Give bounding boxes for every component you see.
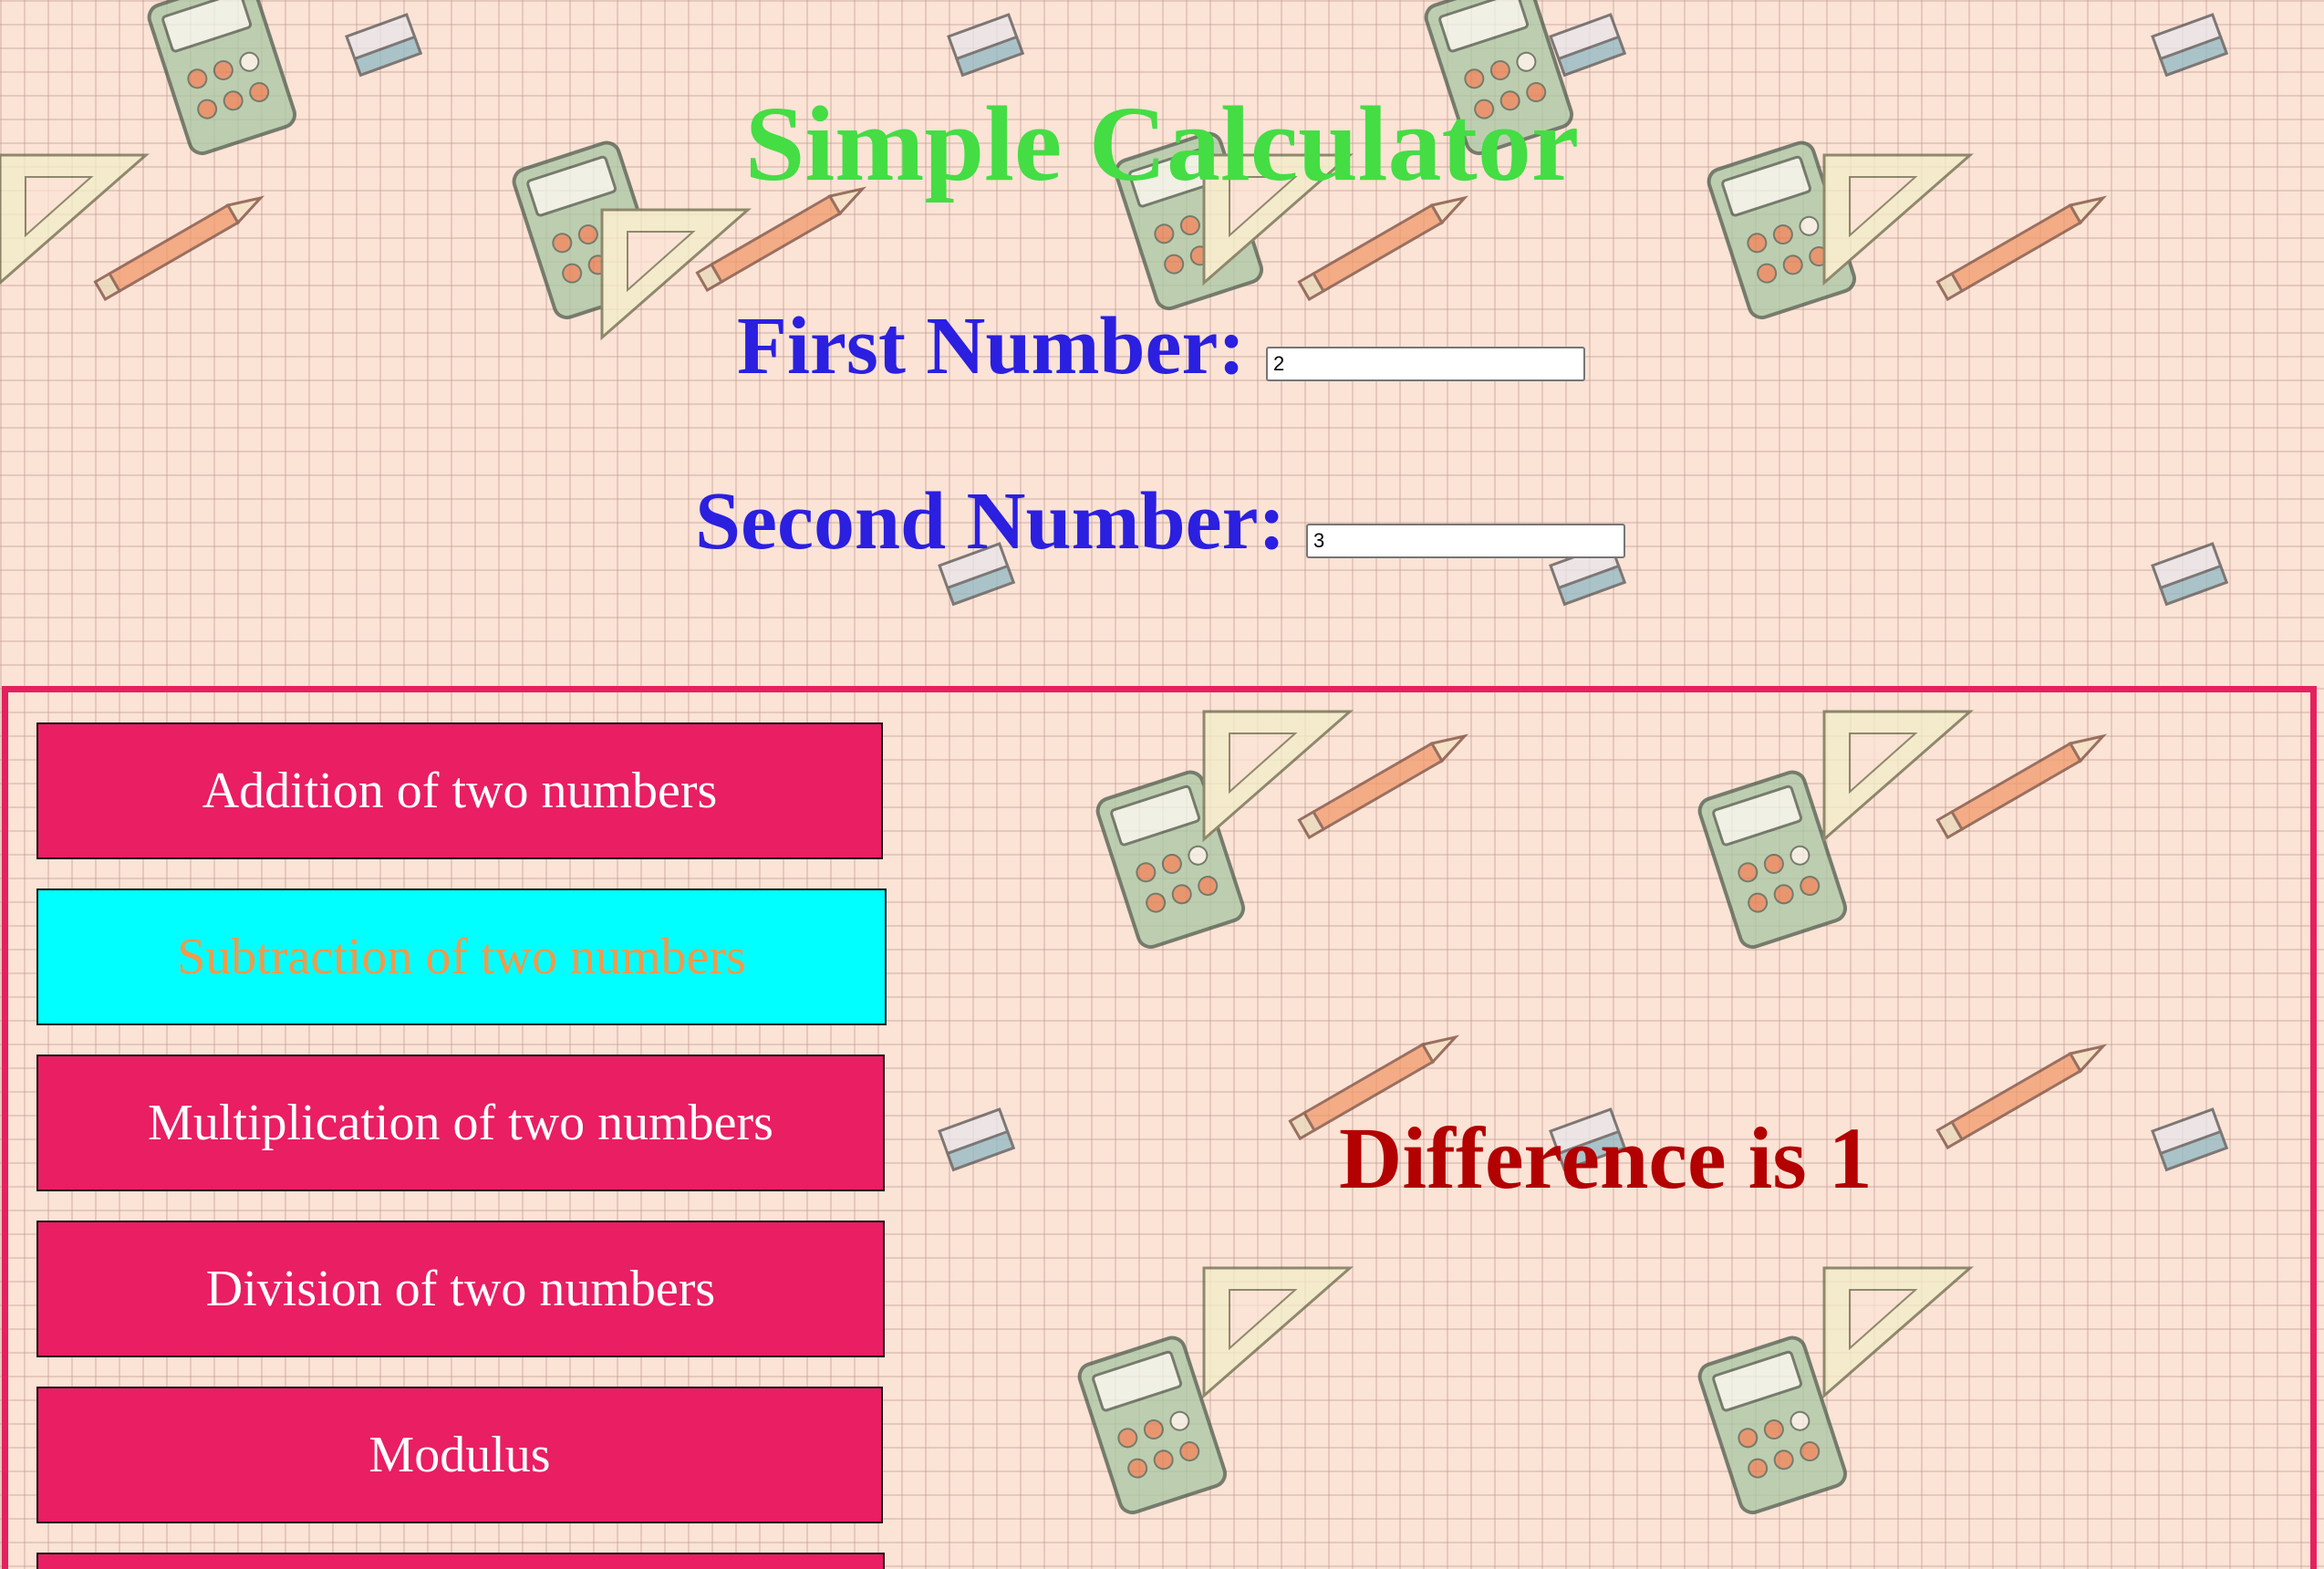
first-number-input[interactable] [1266, 347, 1585, 381]
division-button[interactable]: Division of two numbers [36, 1221, 885, 1357]
multiplication-button[interactable]: Multiplication of two numbers [36, 1055, 885, 1191]
second-number-label: Second Number: [695, 476, 1286, 566]
addition-button[interactable]: Addition of two numbers [36, 722, 883, 859]
page-title: Simple Calculator [744, 84, 1580, 203]
first-number-label: First Number: [737, 301, 1246, 391]
modulus-button[interactable]: Modulus [36, 1387, 883, 1523]
next-operation-button[interactable] [36, 1553, 885, 1569]
subtraction-button[interactable]: Subtraction of two numbers [36, 888, 887, 1025]
second-number-input[interactable] [1306, 524, 1625, 558]
result-text: Difference is 1 [1339, 1109, 1873, 1207]
